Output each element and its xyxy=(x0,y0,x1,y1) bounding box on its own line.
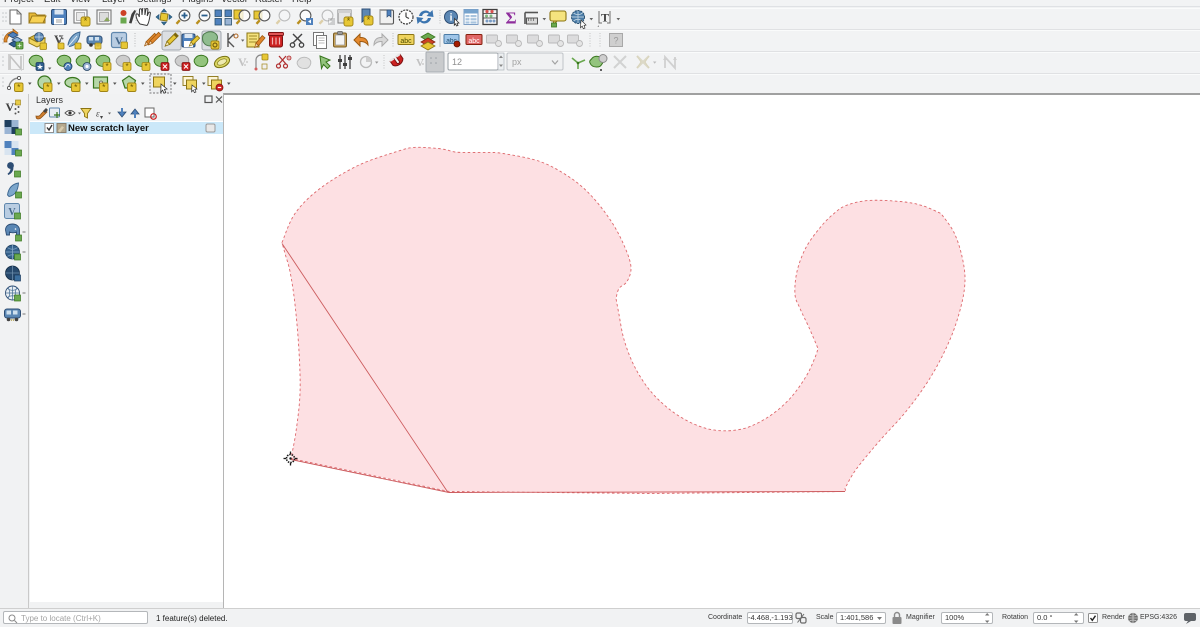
svg-text:*: * xyxy=(347,16,351,26)
svg-text:**: ** xyxy=(11,319,15,325)
svg-text:T: T xyxy=(601,11,609,25)
svg-text:?: ? xyxy=(613,36,618,46)
svg-text:abc: abc xyxy=(468,38,480,45)
svg-text:V: V xyxy=(416,57,424,69)
svg-text:★: ★ xyxy=(36,63,43,72)
svg-text:12: 12 xyxy=(452,57,462,67)
svg-text:*: * xyxy=(105,62,108,71)
svg-text:abc: abc xyxy=(400,38,412,45)
svg-text:V: V xyxy=(6,100,15,114)
svg-text:V: V xyxy=(238,55,247,69)
svg-text:Σ: Σ xyxy=(505,9,516,28)
svg-text:*: * xyxy=(84,16,88,26)
svg-text:*: * xyxy=(144,62,147,71)
svg-text:*: * xyxy=(367,15,371,25)
svg-text:*: * xyxy=(125,62,128,71)
svg-text:i: i xyxy=(450,13,453,24)
svg-text:px: px xyxy=(512,57,522,67)
svg-text:+: + xyxy=(17,41,22,50)
